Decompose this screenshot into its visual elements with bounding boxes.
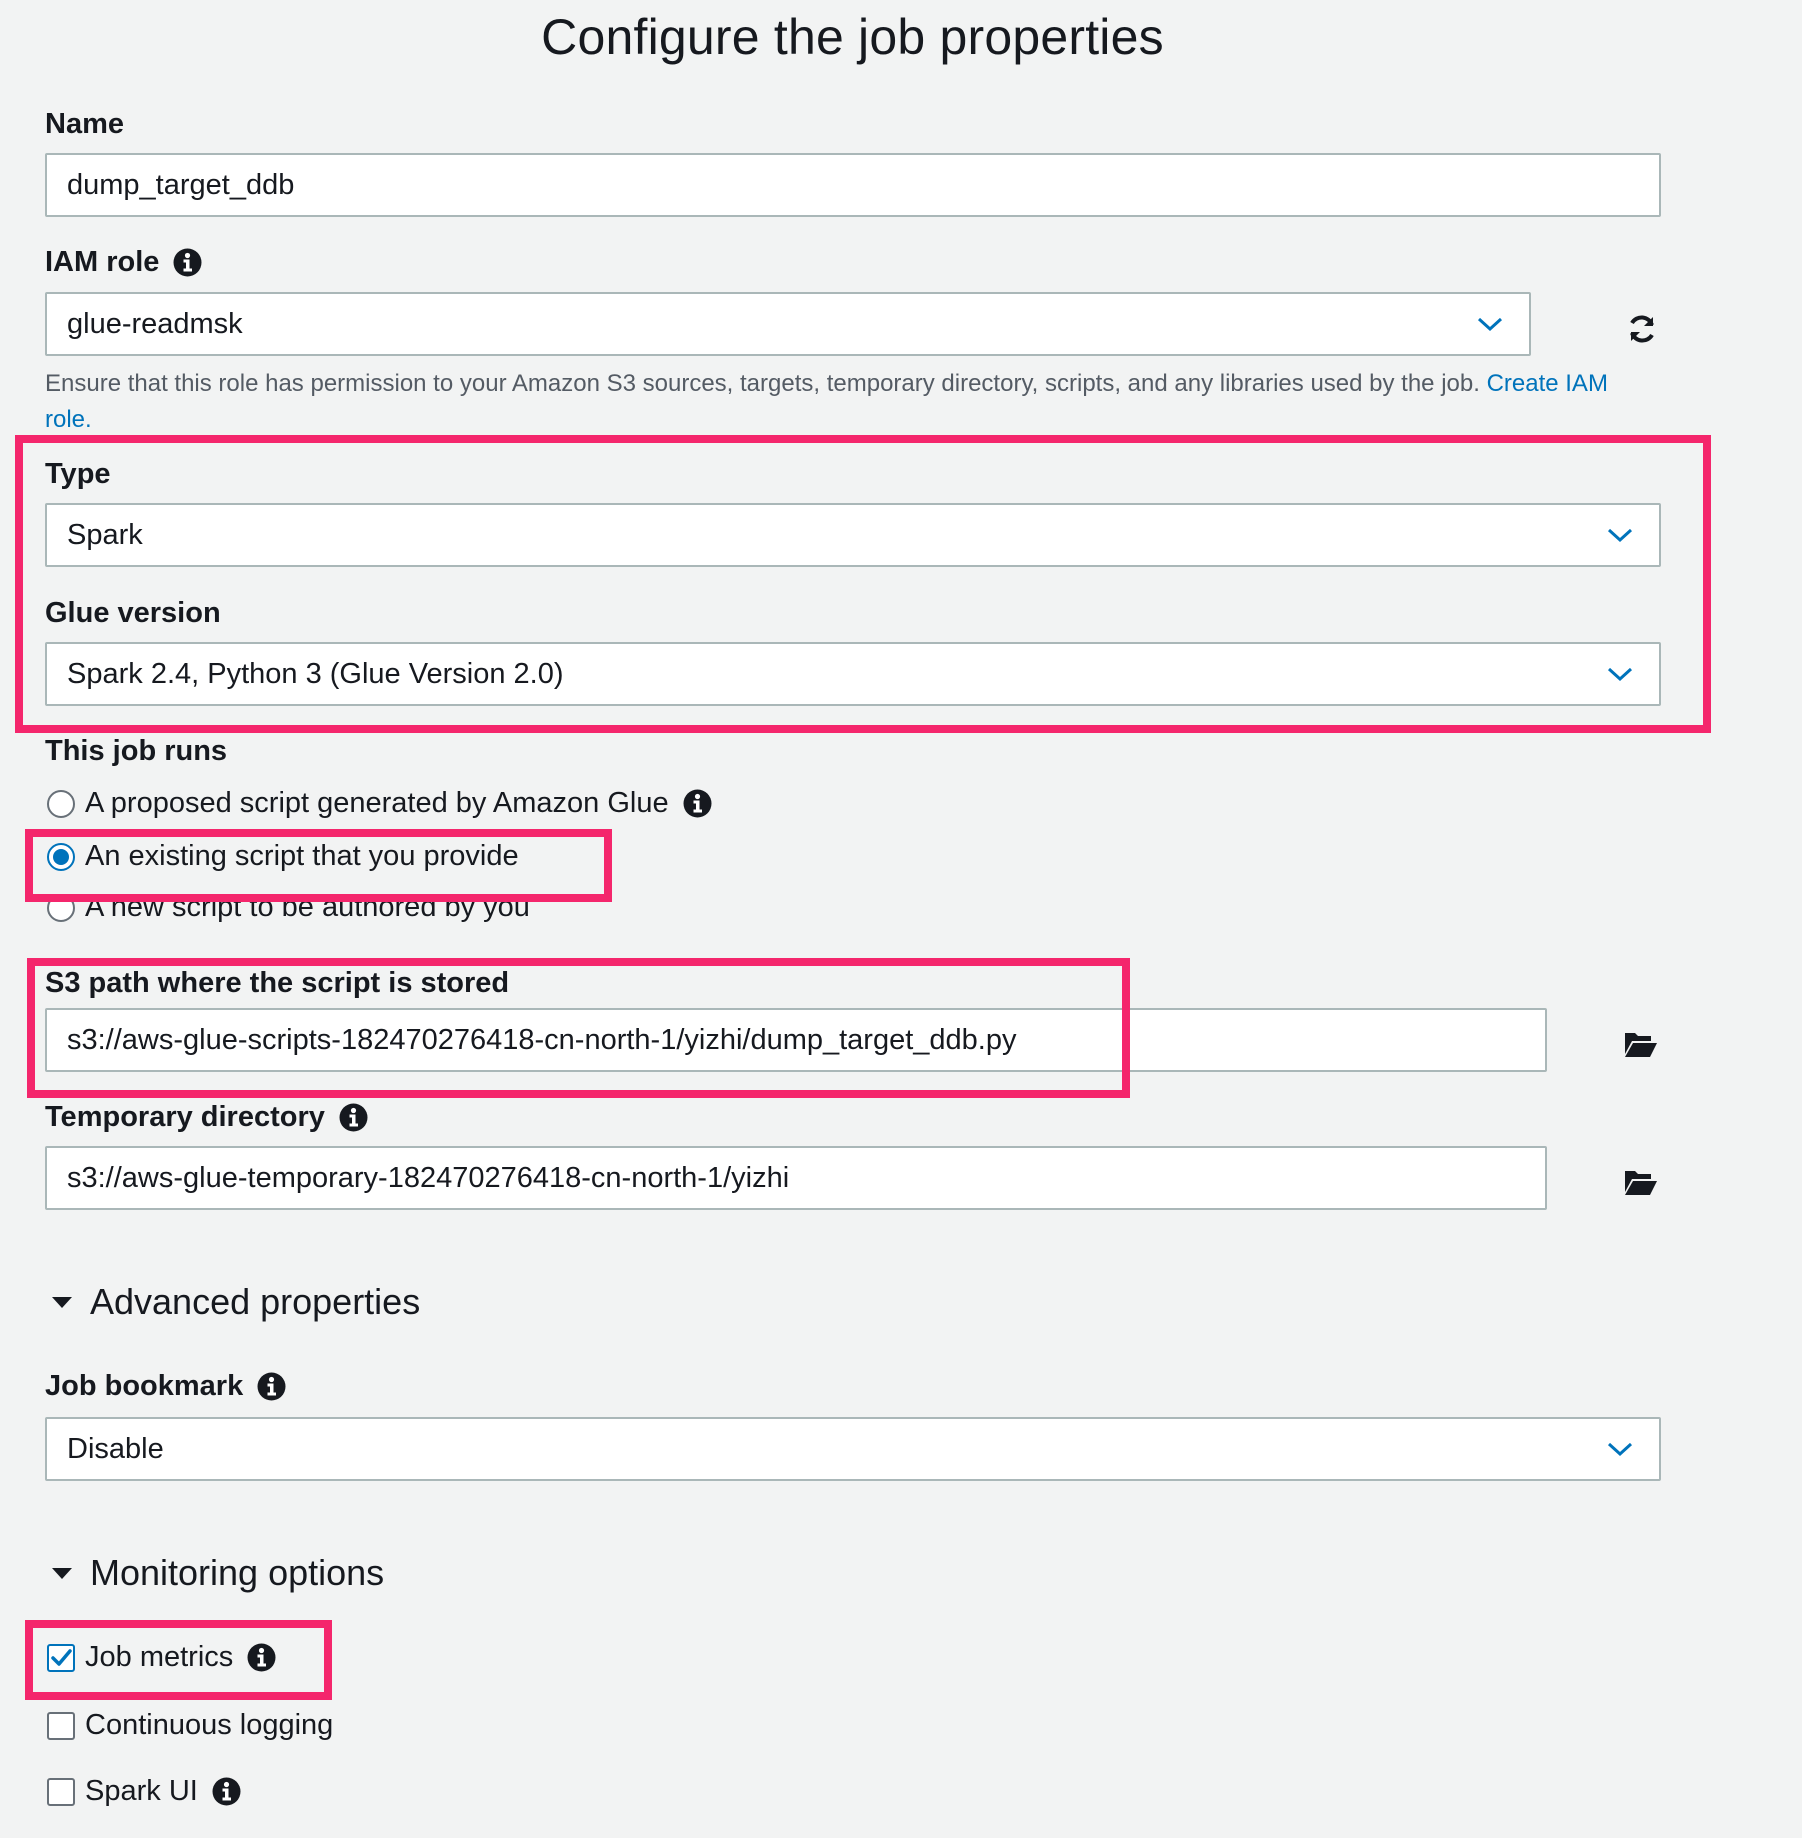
checkbox-job-metrics-label: Job metrics [85,1641,234,1673]
iam-role-label-text: IAM role [45,246,160,278]
checkbox[interactable] [47,1643,75,1672]
chevron-down-icon [1477,317,1503,332]
refresh-icon[interactable] [1625,312,1659,346]
glue-version-label: Glue version [45,597,221,630]
caret-down-icon [52,1296,72,1308]
glue-version-select[interactable]: Spark 2.4, Python 3 (Glue Version 2.0) [45,642,1661,706]
advanced-properties-title: Advanced properties [90,1281,421,1322]
radio-existing-script[interactable]: An existing script that you provide [47,840,519,873]
folder-open-icon[interactable] [1624,1027,1658,1061]
checkbox-spark-ui[interactable]: Spark UI [47,1775,241,1808]
job-bookmark-label-text: Job bookmark [45,1370,244,1402]
info-icon[interactable] [257,1372,286,1401]
info-icon[interactable] [247,1643,276,1672]
radio-button-selected[interactable] [47,842,75,871]
name-input[interactable]: dump_target_ddb [45,153,1661,217]
radio-proposed-script-label: A proposed script generated by Amazon Gl… [85,787,669,819]
info-icon[interactable] [339,1103,368,1132]
iam-role-label: IAM role [45,246,202,279]
iam-role-help-text: Ensure that this role has permission to … [45,366,1685,438]
type-select[interactable]: Spark [45,503,1661,567]
checkbox[interactable] [47,1711,75,1740]
temp-dir-label: Temporary directory [45,1101,368,1134]
chevron-down-icon [1607,1442,1633,1457]
folder-open-icon[interactable] [1624,1165,1658,1199]
checkbox-job-metrics[interactable]: Job metrics [47,1641,276,1674]
radio-button[interactable] [47,789,75,818]
temp-dir-input-value: s3://aws-glue-temporary-182470276418-cn-… [67,1161,790,1194]
checkbox-continuous-logging-label: Continuous logging [85,1709,334,1741]
job-runs-label: This job runs [45,735,227,768]
monitoring-options-toggle[interactable]: Monitoring options [52,1552,384,1594]
temp-dir-label-text: Temporary directory [45,1101,325,1133]
iam-role-select[interactable]: glue-readmsk [45,292,1531,356]
radio-new-script[interactable]: A new script to be authored by you [47,891,530,924]
s3-path-label: S3 path where the script is stored [45,967,509,1000]
chevron-down-icon [1607,528,1633,543]
radio-new-script-label: A new script to be authored by you [85,891,530,923]
info-icon[interactable] [212,1777,241,1806]
iam-role-select-value: glue-readmsk [67,307,243,340]
create-iam-role-link[interactable]: Create IAM [1487,370,1608,397]
radio-existing-script-label: An existing script that you provide [85,840,519,872]
type-select-value: Spark [67,518,143,551]
info-icon[interactable] [173,248,202,277]
type-label: Type [45,458,111,491]
iam-role-help-body: Ensure that this role has permission to … [45,370,1480,397]
create-iam-role-link-end[interactable]: role. [45,406,92,433]
radio-proposed-script[interactable]: A proposed script generated by Amazon Gl… [47,787,712,820]
s3-path-input[interactable]: s3://aws-glue-scripts-182470276418-cn-no… [45,1008,1547,1072]
s3-path-label-text: S3 path where the script is stored [45,967,510,999]
glue-version-label-text: Glue version [45,597,221,629]
job-bookmark-select[interactable]: Disable [45,1417,1661,1481]
s3-path-input-value: s3://aws-glue-scripts-182470276418-cn-no… [67,1023,1017,1056]
radio-button[interactable] [47,893,75,922]
name-label-text: Name [45,108,124,140]
job-bookmark-select-value: Disable [67,1432,164,1465]
checkbox[interactable] [47,1777,75,1806]
info-icon[interactable] [683,789,712,818]
checkbox-continuous-logging[interactable]: Continuous logging [47,1709,333,1742]
advanced-properties-toggle[interactable]: Advanced properties [52,1281,420,1323]
type-label-text: Type [45,458,111,490]
caret-down-icon [52,1567,72,1579]
job-runs-label-text: This job runs [45,735,228,767]
temp-dir-input[interactable]: s3://aws-glue-temporary-182470276418-cn-… [45,1146,1547,1210]
page-title: Configure the job properties [541,9,1164,65]
job-bookmark-label: Job bookmark [45,1370,286,1403]
name-input-value: dump_target_ddb [67,168,295,201]
monitoring-options-title: Monitoring options [90,1552,385,1593]
checkmark-icon [51,1648,72,1666]
chevron-down-icon [1607,667,1633,682]
checkbox-spark-ui-label: Spark UI [85,1775,198,1807]
name-label: Name [45,108,124,141]
glue-version-select-value: Spark 2.4, Python 3 (Glue Version 2.0) [67,657,564,690]
